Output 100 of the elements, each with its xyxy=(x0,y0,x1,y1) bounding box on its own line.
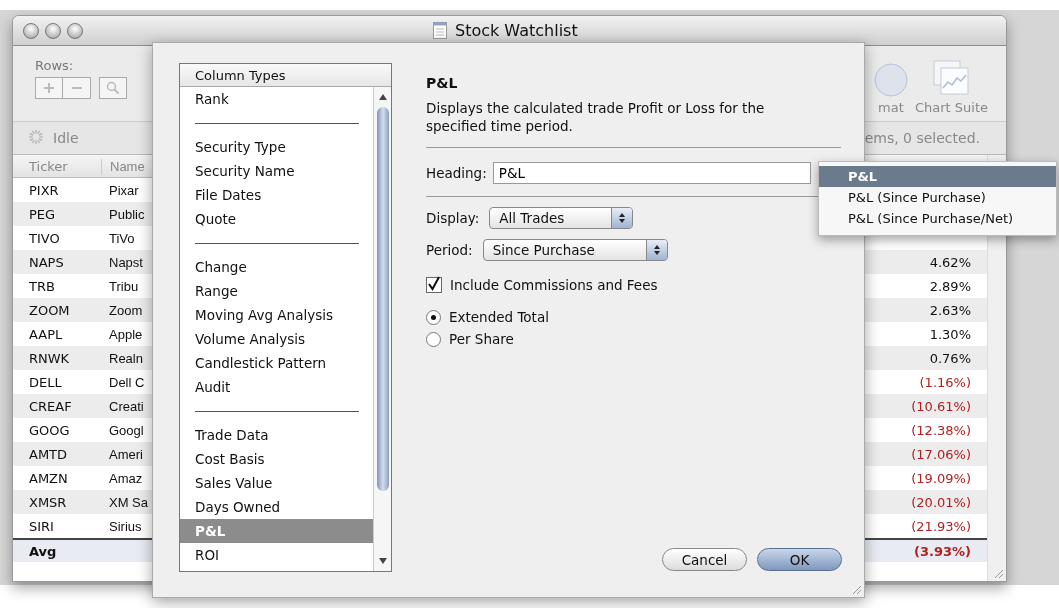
field-label: Display: xyxy=(426,210,480,226)
menu-item[interactable]: P&L (Since Purchase/Net) xyxy=(819,208,1056,229)
table-cell-text: Realn xyxy=(108,350,143,366)
list-item[interactable]: Moving Avg Analysis xyxy=(180,303,373,327)
menu-item[interactable]: P&L xyxy=(819,166,1056,187)
checkbox-label: Include Commissions and Fees xyxy=(450,277,658,293)
plus-icon xyxy=(43,82,55,94)
list-item[interactable]: Audit xyxy=(180,375,373,399)
list-item[interactable]: Rank xyxy=(180,87,373,111)
panel-title: P&L xyxy=(426,75,459,91)
table-cell-text: RNWK xyxy=(28,350,71,366)
heading-field[interactable]: P&L xyxy=(492,162,811,184)
table-cell-text: Pixar xyxy=(108,182,139,198)
list-item[interactable]: File Dates xyxy=(180,183,373,207)
table-cell-text: (17.06%) xyxy=(911,446,972,462)
list-item[interactable]: Candlestick Pattern xyxy=(180,351,373,375)
table-cell-text: (3.93%) xyxy=(914,543,972,559)
rows-label: Rows: xyxy=(35,58,75,73)
table-cell-text: Avg xyxy=(28,543,58,559)
table-cell-text: AMTD xyxy=(28,446,69,462)
resize-grip[interactable] xyxy=(992,567,1004,579)
table-cell-text: 2.89% xyxy=(929,278,972,294)
radio-button[interactable] xyxy=(426,331,441,347)
table-cell-text: XM Sa xyxy=(108,494,148,510)
list-item[interactable]: Quote xyxy=(180,207,373,231)
list-item[interactable]: Trade Data xyxy=(180,423,373,447)
minimize-button[interactable] xyxy=(45,22,61,39)
table-cell-text: (12.38%) xyxy=(911,422,972,438)
ok-button[interactable]: OK xyxy=(757,548,842,571)
table-cell-text: Googl xyxy=(108,422,144,438)
table-cell-text: (20.01%) xyxy=(911,494,972,510)
table-cell-text: TIVO xyxy=(28,230,61,246)
table-cell-text: (10.61%) xyxy=(911,398,972,414)
table-cell-text: Tribu xyxy=(108,278,139,294)
document-icon xyxy=(433,22,447,39)
table-cell-text: SIRI xyxy=(28,518,55,534)
list-item[interactable]: ROI xyxy=(180,543,373,567)
list-item[interactable]: Volume Analysis xyxy=(180,327,373,351)
list-item[interactable]: Cost Basis xyxy=(180,447,373,471)
field-label: Heading: xyxy=(426,165,487,181)
scroll-up-icon[interactable] xyxy=(377,93,388,101)
table-cell-text: DELL xyxy=(28,374,63,390)
field-label: Period: xyxy=(426,242,473,258)
up-down-arrows-icon xyxy=(652,244,661,256)
list-item[interactable]: Sales Value xyxy=(180,471,373,495)
list-item[interactable]: Security Name xyxy=(180,159,373,183)
list-header: Column Types xyxy=(180,64,391,87)
selection-summary: ems, 0 selected. xyxy=(864,130,980,146)
cancel-button[interactable]: Cancel xyxy=(662,548,747,571)
scroll-down-icon[interactable] xyxy=(377,557,388,565)
table-cell-text: 4.62% xyxy=(929,254,972,270)
radio-button[interactable] xyxy=(426,309,441,325)
table-cell-text: ZOOM xyxy=(28,302,71,318)
table-cell-text: 0.76% xyxy=(929,350,972,366)
add-row-button[interactable] xyxy=(35,77,63,99)
table-cell-text: PEG xyxy=(28,206,57,222)
table-cell-text: AMZN xyxy=(28,470,69,486)
table-cell-text: TiVo xyxy=(108,230,135,246)
checkbox[interactable] xyxy=(426,277,442,293)
description-text: Displays the calculated trade Profit or Loss for the specified time period. xyxy=(426,99,766,135)
table-cell-text: AAPL xyxy=(28,326,64,342)
list-item[interactable]: Security Type xyxy=(180,135,373,159)
circle-icon xyxy=(872,62,909,98)
table-cell-text: PIXR xyxy=(28,182,60,198)
search-icon xyxy=(106,81,120,95)
table-cell-text: 2.63% xyxy=(929,302,972,318)
table-cell-text: TRB xyxy=(28,278,56,294)
table-cell-text: Creati xyxy=(108,398,144,414)
list-item[interactable]: Change xyxy=(180,255,373,279)
radio-label: Per Share xyxy=(449,331,514,347)
table-cell-text: Zoom xyxy=(108,302,143,318)
table-cell-text: Sirius xyxy=(108,518,142,534)
table-cell-text: Apple xyxy=(108,326,143,342)
table-cell-text: (19.09%) xyxy=(911,470,972,486)
table-cell-text: Public xyxy=(108,206,145,222)
table-cell-text: (1.16%) xyxy=(919,374,972,390)
scrollbar[interactable] xyxy=(373,87,391,571)
table-cell-text: Amaz xyxy=(108,470,143,486)
resize-grip[interactable] xyxy=(850,583,862,595)
window-title: Stock Watchlist xyxy=(455,21,578,40)
period-popup[interactable]: Since Purchase xyxy=(482,239,668,261)
chart-icon xyxy=(931,58,972,98)
table-cell-text: Napst xyxy=(108,254,143,270)
remove-row-button[interactable] xyxy=(63,77,91,99)
status-text: Idle xyxy=(53,130,79,146)
table-cell-text: NAPS xyxy=(28,254,65,270)
up-down-arrows-icon xyxy=(618,212,627,224)
display-popup[interactable]: All Trades xyxy=(489,207,634,229)
list-item[interactable]: Days Owned xyxy=(180,495,373,519)
table-cell-text: XMSR xyxy=(28,494,68,510)
radio-label: Extended Total xyxy=(449,309,549,325)
zoom-button[interactable] xyxy=(67,22,83,39)
table-cell-text: CREAF xyxy=(28,398,73,414)
table-cell-text: GOOG xyxy=(28,422,71,438)
search-button[interactable] xyxy=(99,77,127,99)
menu-item[interactable]: P&L (Since Purchase) xyxy=(819,187,1056,208)
table-cell-text: 1.30% xyxy=(929,326,972,342)
close-button[interactable] xyxy=(23,22,39,39)
list-item[interactable]: Range xyxy=(180,279,373,303)
table-cell-text: Ameri xyxy=(108,446,143,462)
